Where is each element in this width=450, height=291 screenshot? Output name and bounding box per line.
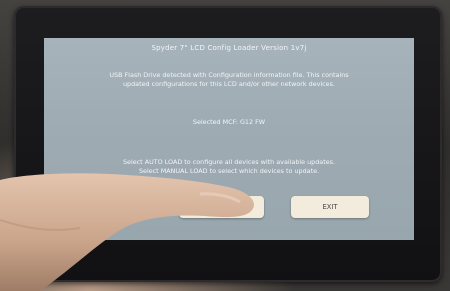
lcd-screen: Spyder 7" LCD Config Loader Version 1v7j… <box>44 38 414 240</box>
auto-load-button[interactable]: LOAD <box>179 196 264 218</box>
selected-mcf-label: Selected MCF: G12 FW <box>192 118 266 126</box>
auto-load-button-label: LOAD <box>227 203 246 211</box>
instructions-line-1: Select AUTO LOAD to configure all device… <box>122 158 336 166</box>
dialog-title: Spyder 7" LCD Config Loader Version 1v7j <box>151 44 307 52</box>
instructions-line-2: Select MANUAL LOAD to select which devic… <box>138 167 320 175</box>
exit-button-label: EXIT <box>322 203 338 211</box>
exit-button[interactable]: EXIT <box>291 196 369 218</box>
usb-detected-message: USB Flash Drive detected with Configurat… <box>109 71 349 88</box>
instructions: Select AUTO LOAD to configure all device… <box>64 158 394 176</box>
